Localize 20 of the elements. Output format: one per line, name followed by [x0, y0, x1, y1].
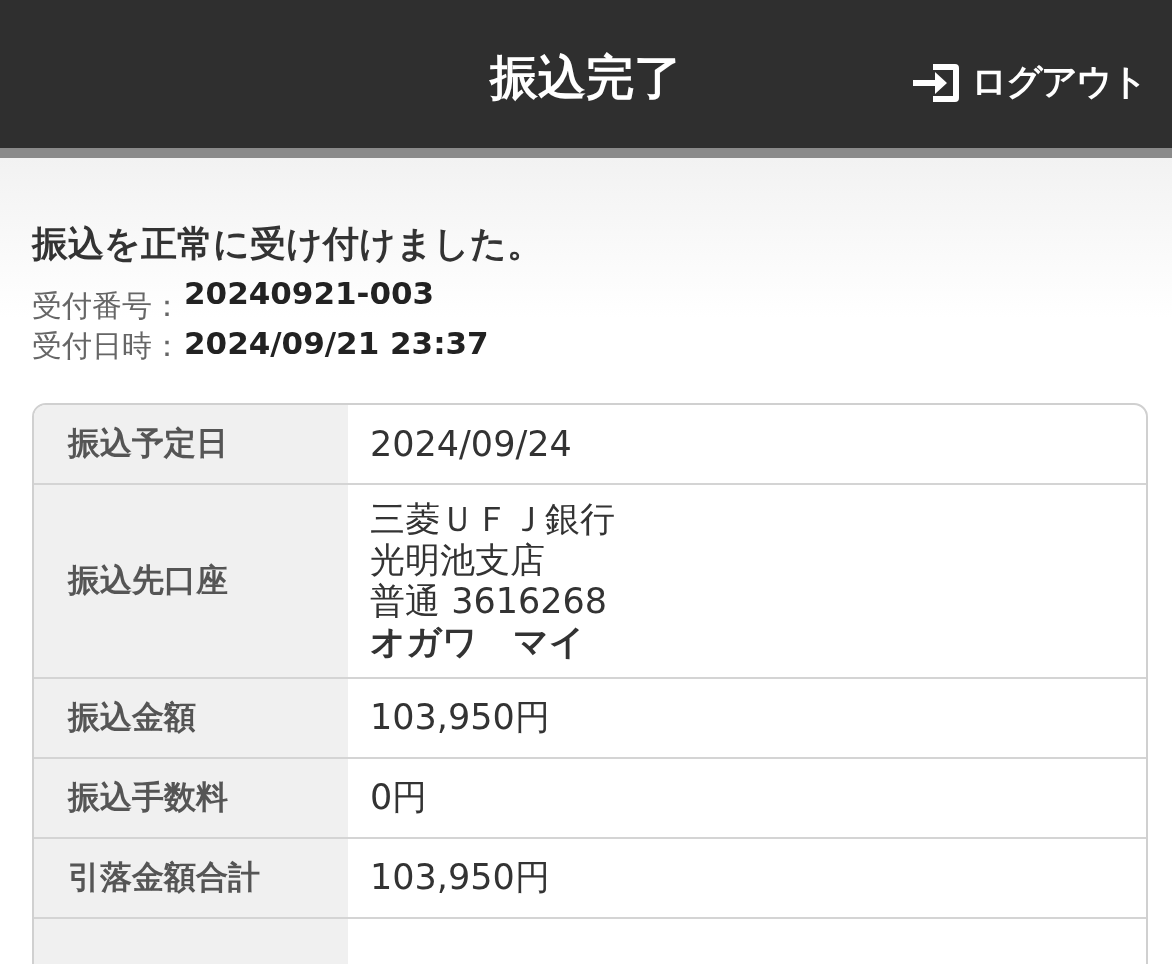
receipt-label: 受付日時：	[32, 331, 182, 361]
row-label: 振込金額	[34, 678, 348, 757]
row-label: 振込先口座	[34, 485, 348, 677]
receipt-value: 20240921-003	[184, 278, 435, 309]
row-value: オガワ マイ	[370, 621, 586, 663]
receipt-value: 2024/09/21 23:37	[184, 328, 489, 359]
success-message: 振込を正常に受け付けました。	[32, 222, 544, 266]
row-value: 103,950円	[370, 697, 551, 739]
row-value: 103,950円	[370, 857, 551, 899]
receipt-label: 受付番号：	[32, 291, 182, 321]
row-label: 振込手数料	[34, 758, 348, 837]
row-value: 普通 3616268	[370, 580, 608, 622]
row-label: 振込予定日	[34, 405, 348, 483]
logout-button[interactable]: ログアウト	[909, 58, 1146, 107]
row-value: 光明池支店	[370, 539, 546, 581]
row-label: 引落金額合計	[34, 838, 348, 917]
page-title: 振込完了	[490, 48, 682, 107]
row-value: 0円	[370, 777, 429, 819]
row-value: 三菱ＵＦＪ銀行	[370, 499, 616, 540]
row-value: 2024/09/24	[370, 423, 573, 465]
